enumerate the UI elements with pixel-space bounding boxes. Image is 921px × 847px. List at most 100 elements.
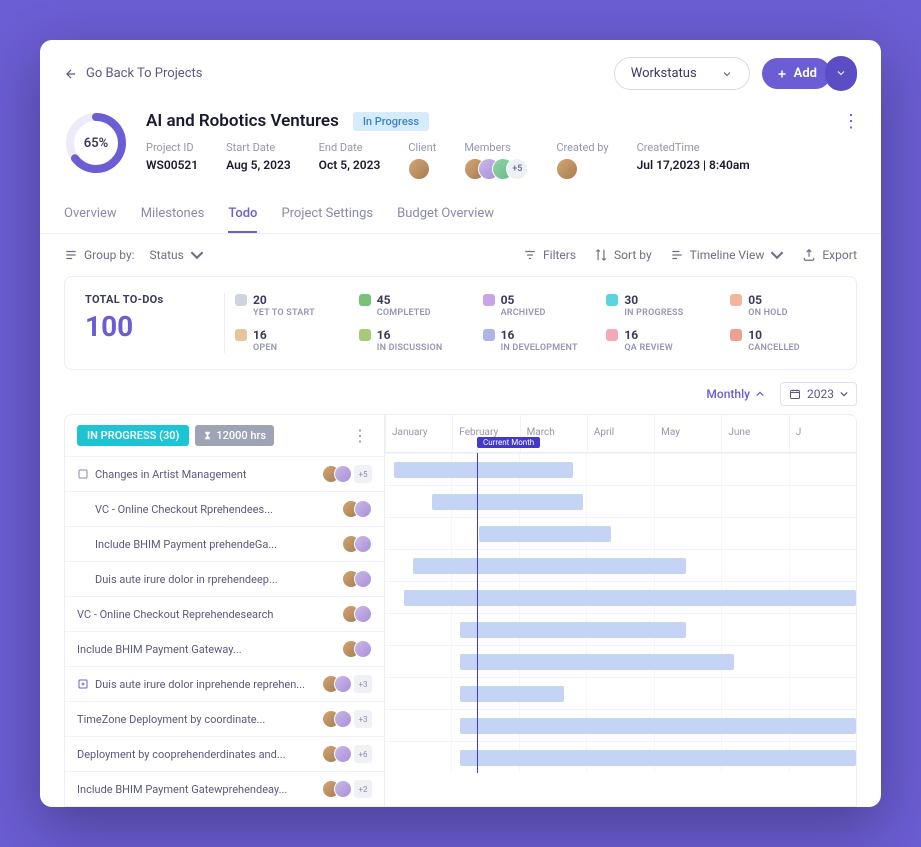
stat-item[interactable]: 16IN DEVELOPMENT xyxy=(483,328,589,353)
task-avatars xyxy=(342,535,372,553)
meta-project-id: Project ID WS00521 xyxy=(146,141,198,180)
task-row[interactable]: Duis aute irure dolor in rprehendeep... xyxy=(65,561,384,596)
gantt-months-header: Current Month JanuaryFebruaryMarchAprilM… xyxy=(385,415,856,453)
gantt-bar[interactable] xyxy=(432,494,583,510)
task-row[interactable]: Deployment by cooprehenderdinates and...… xyxy=(65,736,384,771)
back-to-projects-link[interactable]: Go Back To Projects xyxy=(64,66,202,81)
avatar-more: +5 xyxy=(354,465,372,483)
task-row[interactable]: Duis aute irure dolor inprehende reprehe… xyxy=(65,666,384,701)
stat-item[interactable]: 10CANCELLED xyxy=(730,328,836,353)
avatar xyxy=(334,465,352,483)
avatar xyxy=(354,500,372,518)
group-chip[interactable]: IN PROGRESS (30) xyxy=(77,425,189,446)
group-kebab-menu[interactable]: ⋮ xyxy=(348,426,372,445)
client-avatar xyxy=(408,158,430,180)
chevron-down-icon xyxy=(721,68,733,80)
stat-color-icon xyxy=(235,329,247,341)
gantt-row xyxy=(385,517,856,549)
stat-item[interactable]: 16IN DISCUSSION xyxy=(359,328,465,353)
avatar-more: +6 xyxy=(354,745,372,763)
task-row[interactable]: VC - Online Checkout Reprehendesearch xyxy=(65,596,384,631)
year-select[interactable]: 2023 xyxy=(780,382,857,406)
gantt-bar[interactable] xyxy=(460,750,856,766)
stat-color-icon xyxy=(235,294,247,306)
task-row[interactable]: Include BHIM Payment prehendeGa... xyxy=(65,526,384,561)
members-avatars[interactable]: +5 xyxy=(464,158,528,180)
stat-item[interactable]: 30IN PROGRESS xyxy=(606,293,712,318)
month-header: June xyxy=(721,415,788,452)
task-name: Deployment by cooprehenderdinates and... xyxy=(77,748,286,761)
add-label: Add xyxy=(794,66,817,81)
export-button[interactable]: Export xyxy=(802,248,857,262)
gantt-bar[interactable] xyxy=(404,590,856,606)
gantt-body xyxy=(385,453,856,773)
list-icon xyxy=(64,248,78,262)
view-select[interactable]: Timeline View xyxy=(670,248,785,262)
members-more: +5 xyxy=(506,158,528,180)
task-row[interactable]: Changes in Artist Management+5 xyxy=(65,456,384,491)
caret-down-icon xyxy=(190,248,204,262)
meta-end-date: End Date Oct 5, 2023 xyxy=(319,141,381,180)
header-kebab-menu[interactable]: ⋮ xyxy=(842,111,861,132)
gantt-row xyxy=(385,613,856,645)
gantt-row xyxy=(385,709,856,741)
sort-icon xyxy=(594,248,608,262)
top-actions: Workstatus Add xyxy=(614,56,857,91)
filters-button[interactable]: Filters xyxy=(523,248,576,262)
export-icon xyxy=(802,248,816,262)
meta-start-date: Start Date Aug 5, 2023 xyxy=(226,141,291,180)
gantt-row xyxy=(385,645,856,677)
gantt-bar[interactable] xyxy=(413,558,686,574)
gantt-task-list: IN PROGRESS (30) 12000 hrs ⋮ Changes in … xyxy=(65,415,385,806)
arrow-left-icon xyxy=(64,67,78,81)
hourglass-icon xyxy=(203,431,212,440)
add-button-group: Add xyxy=(762,56,857,91)
task-avatars xyxy=(342,640,372,658)
caret-down-icon xyxy=(840,390,848,398)
workstatus-select[interactable]: Workstatus xyxy=(614,57,750,90)
task-row[interactable]: VC - Online Checkout Rprehendees... xyxy=(65,491,384,526)
gantt-timeline[interactable]: Current Month JanuaryFebruaryMarchAprilM… xyxy=(385,415,856,806)
gantt-bar[interactable] xyxy=(479,526,611,542)
avatar xyxy=(354,535,372,553)
tab-overview[interactable]: Overview xyxy=(64,196,117,233)
expand-icon xyxy=(77,678,89,690)
gantt-row xyxy=(385,741,856,773)
monthly-select[interactable]: Monthly xyxy=(706,387,764,401)
task-name: Include BHIM Payment Gateway... xyxy=(77,643,242,656)
gantt-bar[interactable] xyxy=(460,686,564,702)
gantt-bar[interactable] xyxy=(460,718,856,734)
task-row[interactable]: TimeZone Deployment by coordinate...+3 xyxy=(65,701,384,736)
stat-color-icon xyxy=(483,329,495,341)
task-row[interactable]: Include BHIM Payment Gatewprehendeay...+… xyxy=(65,771,384,806)
caret-up-icon xyxy=(756,390,764,398)
gantt-bar[interactable] xyxy=(460,622,686,638)
month-header: April xyxy=(587,415,654,452)
tab-milestones[interactable]: Milestones xyxy=(141,196,205,233)
stat-item[interactable]: 45COMPLETED xyxy=(359,293,465,318)
task-name: Duis aute irure dolor in rprehendeep... xyxy=(95,573,278,586)
stat-item[interactable]: 20YET TO START xyxy=(235,293,341,318)
avatar xyxy=(334,745,352,763)
stat-item[interactable]: 16OPEN xyxy=(235,328,341,353)
gantt-bar[interactable] xyxy=(460,654,733,670)
group-by-control[interactable]: Group by: Status xyxy=(64,248,204,262)
add-dropdown-button[interactable] xyxy=(825,56,857,91)
topbar: Go Back To Projects Workstatus Add xyxy=(40,40,881,99)
stat-item[interactable]: 05ARCHIVED xyxy=(483,293,589,318)
timeline-icon xyxy=(670,248,684,262)
add-button[interactable]: Add xyxy=(762,58,831,89)
task-row[interactable]: Include BHIM Payment Gateway... xyxy=(65,631,384,666)
stat-item[interactable]: 16QA REVIEW xyxy=(606,328,712,353)
gantt-bar[interactable] xyxy=(394,462,573,478)
stat-color-icon xyxy=(730,329,742,341)
plus-icon xyxy=(776,68,788,80)
task-avatars: +2 xyxy=(322,780,372,798)
avatar-more: +2 xyxy=(354,780,372,798)
tab-todo[interactable]: Todo xyxy=(228,196,257,233)
stat-item[interactable]: 05ON HOLD xyxy=(730,293,836,318)
sort-button[interactable]: Sort by xyxy=(594,248,652,262)
gantt-group-header: IN PROGRESS (30) 12000 hrs ⋮ xyxy=(65,415,384,456)
tab-budget-overview[interactable]: Budget Overview xyxy=(397,196,494,233)
tab-project-settings[interactable]: Project Settings xyxy=(281,196,373,233)
